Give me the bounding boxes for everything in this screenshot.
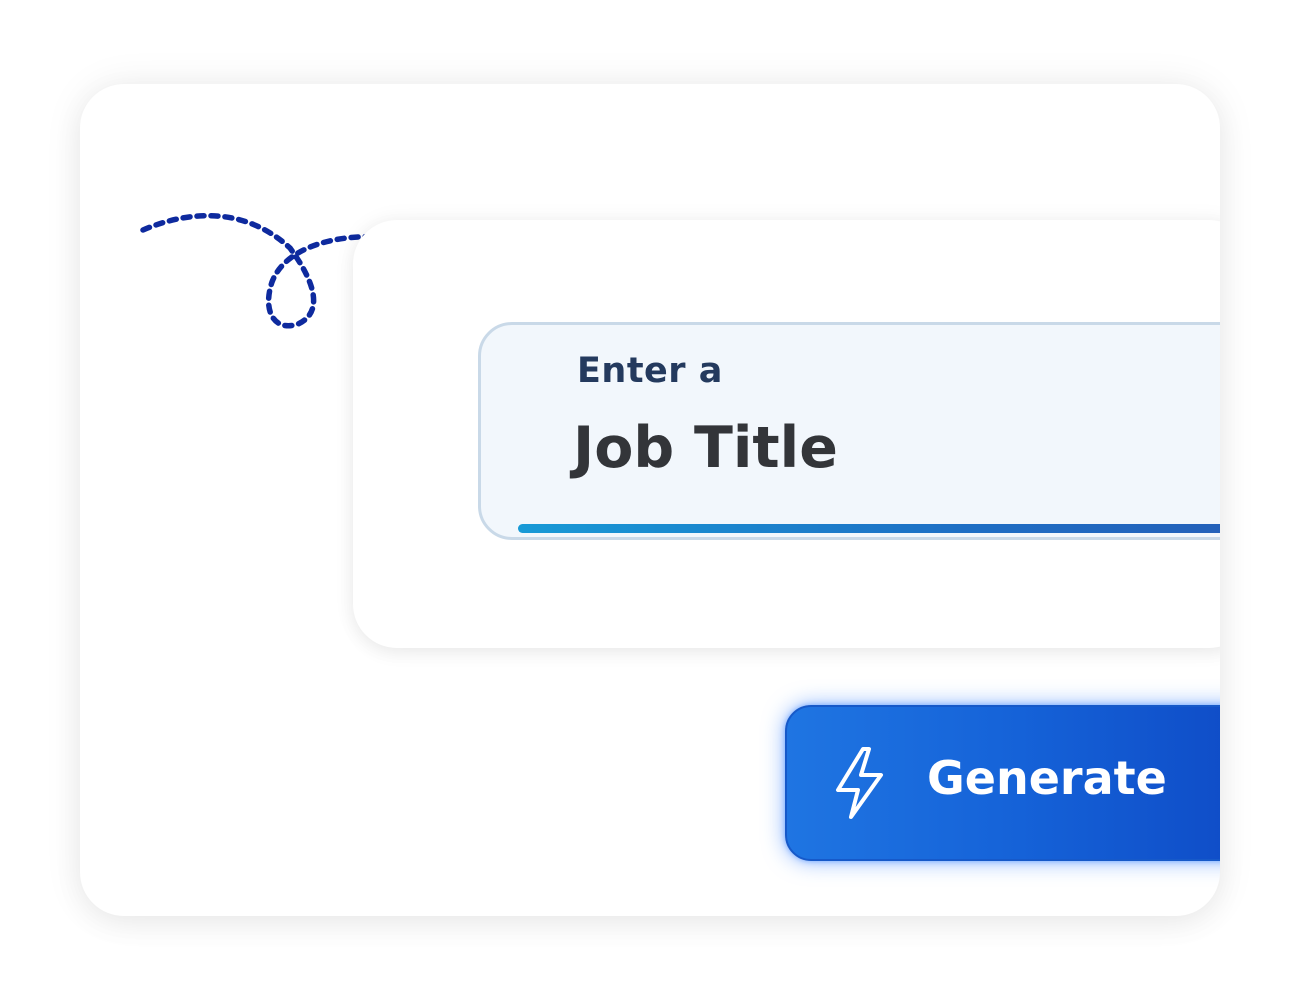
job-title-input[interactable]: Enter a Job Title: [478, 322, 1220, 540]
outer-card: Enter a Job Title Generate: [80, 84, 1220, 916]
page: Enter a Job Title Generate: [0, 0, 1300, 1000]
generate-button-label: Generate: [927, 751, 1167, 805]
lightning-bolt-icon: [836, 747, 883, 819]
input-focus-underline: [518, 524, 1220, 533]
job-title-value[interactable]: Job Title: [573, 415, 838, 481]
job-title-label: Enter a: [577, 351, 723, 391]
job-title-card: Enter a Job Title: [353, 220, 1220, 648]
generate-button[interactable]: Generate: [785, 705, 1220, 861]
